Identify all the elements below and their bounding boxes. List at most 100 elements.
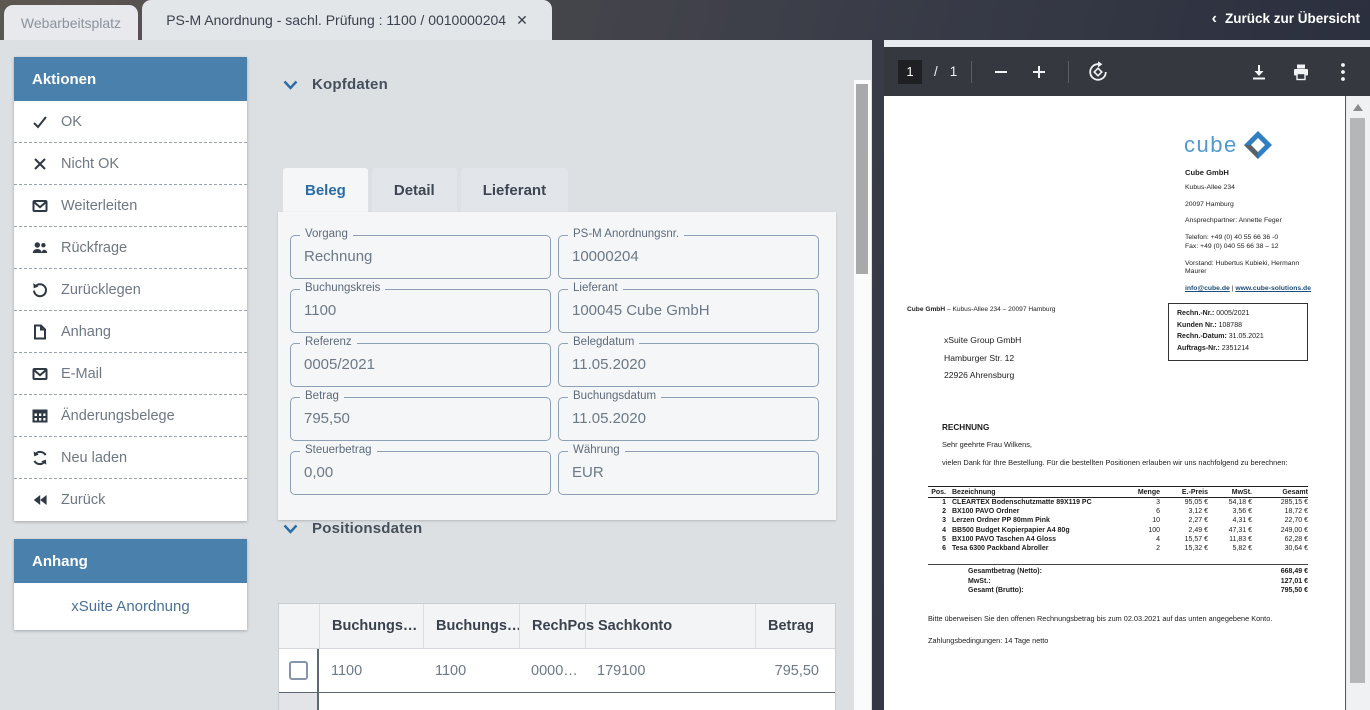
field-steuerbetrag[interactable]: Steuerbetrag 0,00 (290, 451, 551, 495)
email-link[interactable]: info@cube.de (1185, 285, 1230, 292)
field-value: 11.05.2020 (572, 356, 646, 373)
action-weiterleiten[interactable]: Weiterleiten (14, 185, 247, 227)
empty-cell (319, 693, 835, 710)
field-value: Rechnung (304, 248, 372, 265)
field-betrag[interactable]: Betrag 795,50 (290, 397, 551, 441)
info-value: 0005/2021 (1214, 310, 1249, 317)
invoice-item-row: 2 BX100 PAVO Ordner 6 3,12 € 3,56 € 18,7… (928, 507, 1308, 516)
pdf-page: cube Cube GmbH Kubus-Allee 234 20097 Ham… (884, 96, 1346, 710)
action-label: Zurück (61, 492, 105, 508)
undo-icon (32, 282, 48, 298)
tab-detail[interactable]: Detail (372, 168, 457, 212)
action-ok[interactable]: OK (14, 101, 247, 143)
chevron-down-icon (283, 80, 298, 90)
table-row[interactable]: 1100 1100 0000… 179100 795,50 (279, 649, 835, 693)
header-gesamt: Gesamt (1252, 489, 1308, 496)
field-lieferant[interactable]: Lieferant 100045 Cube GmbH (558, 289, 819, 333)
pdf-scrollbar-thumb[interactable] (1350, 118, 1365, 683)
action-neu-laden[interactable]: Neu laden (14, 437, 247, 479)
more-options-button[interactable] (1328, 57, 1358, 87)
item-name: Tesa 6300 Packband Abroller (952, 545, 1126, 552)
pdf-scrollbar[interactable] (1347, 96, 1370, 710)
zoom-out-button[interactable] (986, 57, 1016, 87)
action-zuruecklegen[interactable]: Zurücklegen (14, 269, 247, 311)
zoom-in-button[interactable] (1024, 57, 1054, 87)
scroll-up-arrow-icon[interactable] (1353, 104, 1363, 111)
row-checkbox[interactable] (289, 661, 308, 680)
total-value: 127,01 € (1248, 578, 1308, 585)
item-name: CLEARTEX Bodenschutzmatte 89X119 PC (952, 499, 1126, 506)
toolbar-divider (1068, 61, 1069, 83)
cell-buchungskreis: 1100 (319, 649, 423, 692)
refresh-icon (32, 450, 48, 466)
action-email[interactable]: E-Mail (14, 353, 247, 395)
cell-rechpos: 0000… (519, 649, 585, 692)
table-empty-row (279, 693, 835, 710)
page-total: 1 (950, 64, 958, 79)
company-name: Cube GmbH (1185, 168, 1313, 177)
tab-beleg[interactable]: Beleg (283, 168, 368, 212)
column-header[interactable]: Sachkonto (585, 604, 755, 648)
back-to-overview-link[interactable]: ‹ Zurück zur Übersicht (1212, 11, 1360, 26)
page-number-input[interactable]: 1 (898, 60, 922, 84)
sender-name: Cube GmbH (907, 306, 945, 313)
main-scrollbar[interactable] (854, 80, 871, 710)
item-qty: 10 (1126, 517, 1160, 524)
item-vat: 5,82 € (1208, 545, 1252, 552)
item-name: BB500 Budget Kopierpapier A4 80g (952, 527, 1126, 534)
sender-rest: – Kubus-Allee 234 – 20097 Hamburg (945, 306, 1055, 313)
action-aenderungsbelege[interactable]: Änderungsbelege (14, 395, 247, 437)
field-belegdatum[interactable]: Belegdatum 11.05.2020 (558, 343, 819, 387)
header-epreis: E.-Preis (1160, 489, 1208, 496)
field-value: EUR (572, 464, 604, 481)
website-link[interactable]: www.cube-solutions.de (1235, 285, 1311, 292)
field-psm-anordnungsnr[interactable]: PS-M Anordnungsnr. 10000204 (558, 235, 819, 279)
field-label: Belegdatum (568, 336, 639, 348)
main-scrollbar-thumb[interactable] (856, 84, 868, 274)
action-anhang[interactable]: Anhang (14, 311, 247, 353)
pdf-toolbar: 1 / 1 (884, 47, 1370, 96)
field-referenz[interactable]: Referenz 0005/2021 (290, 343, 551, 387)
item-price: 95,05 € (1160, 499, 1208, 506)
action-nicht-ok[interactable]: Nicht OK (14, 143, 247, 185)
field-label: Betrag (300, 390, 344, 402)
column-header[interactable]: Betrag (755, 604, 835, 648)
action-zurueck[interactable]: Zurück (14, 479, 247, 521)
item-vat: 11,83 € (1208, 536, 1252, 543)
item-price: 2,49 € (1160, 527, 1208, 534)
total-value: 795,50 € (1248, 587, 1308, 594)
close-icon[interactable]: ✕ (516, 12, 528, 29)
tab-lieferant[interactable]: Lieferant (461, 168, 568, 212)
total-row: MwSt.:127,01 € (928, 578, 1308, 585)
logo-text: cube (1184, 132, 1238, 158)
beleg-form: Vorgang Rechnung PS-M Anordnungsnr. 1000… (278, 212, 836, 520)
item-total: 30,64 € (1252, 545, 1308, 552)
column-header[interactable]: Buchungs… (319, 604, 423, 648)
field-label: Währung (568, 444, 625, 456)
invoice-document: cube Cube GmbH Kubus-Allee 234 20097 Ham… (884, 96, 1346, 710)
item-qty: 2 (1126, 545, 1160, 552)
field-waehrung[interactable]: Währung EUR (558, 451, 819, 495)
kopfdaten-section-header[interactable]: Kopfdaten (283, 76, 388, 93)
header-mwst: MwSt. (1208, 489, 1252, 496)
column-header[interactable]: RechPos (519, 604, 585, 648)
print-button[interactable] (1286, 57, 1316, 87)
item-pos: 3 (928, 517, 952, 524)
browser-tab-webarbeitsplatz[interactable]: Webarbeitsplatz (4, 5, 138, 40)
pdf-toolbar-right (1244, 57, 1370, 87)
field-vorgang[interactable]: Vorgang Rechnung (290, 235, 551, 279)
positionsdaten-section-header[interactable]: Positionsdaten (283, 520, 422, 537)
action-rueckfrage[interactable]: Rückfrage (14, 227, 247, 269)
attachment-row: xSuite Anordnung (14, 583, 247, 630)
info-label: Kunden Nr.: (1177, 322, 1217, 329)
field-buchungskreis[interactable]: Buchungskreis 1100 (290, 289, 551, 333)
item-vat: 54,18 € (1208, 499, 1252, 506)
company-contact: Ansprechpartner: Annette Feger (1185, 217, 1313, 225)
header-pos: Pos. (928, 489, 952, 496)
browser-tab-active[interactable]: PS-M Anordnung - sachl. Prüfung : 1100 /… (142, 0, 552, 40)
field-buchungsdatum[interactable]: Buchungsdatum 11.05.2020 (558, 397, 819, 441)
download-button[interactable] (1244, 57, 1274, 87)
column-header[interactable]: Buchungs… (423, 604, 519, 648)
attachment-link[interactable]: xSuite Anordnung (71, 598, 189, 615)
rotate-button[interactable] (1083, 57, 1113, 87)
